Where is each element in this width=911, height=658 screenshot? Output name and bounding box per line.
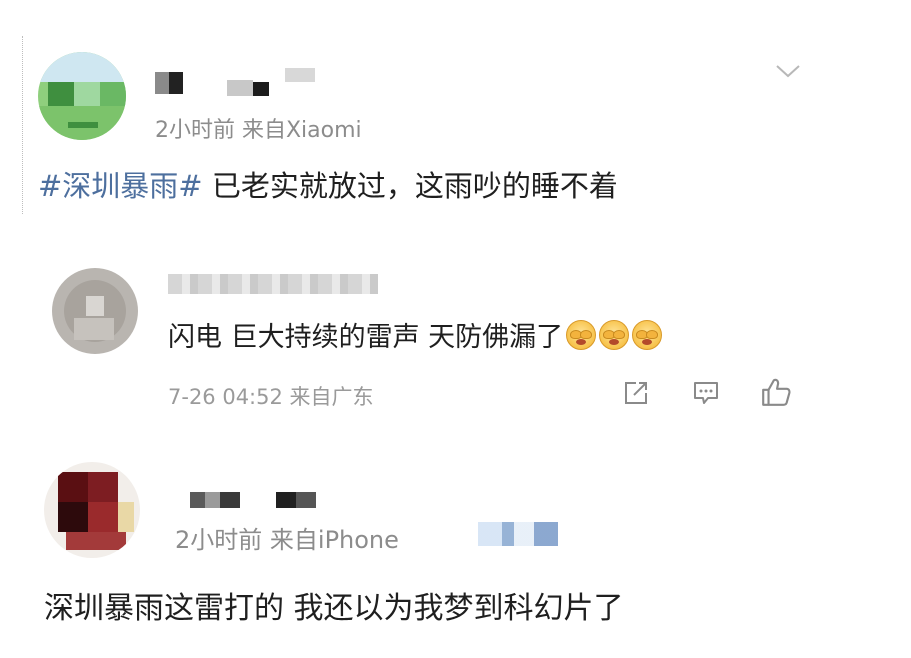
post-meta: 2小时前 来自iPhone (175, 526, 399, 554)
username[interactable] (168, 272, 388, 296)
post-body: 已老实就放过，这雨吵的睡不着 (202, 169, 618, 203)
cover-eyes-emoji (632, 320, 663, 350)
avatar[interactable] (52, 268, 138, 354)
avatar[interactable] (44, 462, 140, 558)
post-body: 深圳暴雨这雷打的 我还以为我梦到科幻片了 (44, 591, 624, 626)
cover-eyes-emoji (566, 320, 597, 350)
username[interactable] (155, 68, 335, 102)
post-meta: 2小时前 来自Xiaomi (155, 118, 362, 143)
avatar[interactable] (38, 52, 126, 140)
thumbs-up-icon[interactable] (760, 376, 792, 408)
username[interactable] (190, 490, 330, 510)
share-icon[interactable] (622, 379, 650, 407)
post-text: #深圳暴雨# 已老实就放过，这雨吵的睡不着 (38, 163, 618, 205)
post-body: 闪电 巨大持续的雷声 天防佛漏了 (168, 322, 564, 353)
chevron-down-icon[interactable] (775, 58, 801, 84)
post-text: 深圳暴雨这雷打的 我还以为我梦到科幻片了 (44, 583, 624, 627)
thread-guide-line (22, 36, 23, 214)
post-text: 闪电 巨大持续的雷声 天防佛漏了 (168, 315, 663, 354)
cover-eyes-emoji (599, 320, 630, 350)
topic-link[interactable]: #深圳暴雨# (38, 169, 203, 203)
comment-icon[interactable] (692, 379, 720, 407)
device-blur (478, 522, 558, 546)
post-meta: 7-26 04:52 来自广东 (168, 385, 374, 409)
